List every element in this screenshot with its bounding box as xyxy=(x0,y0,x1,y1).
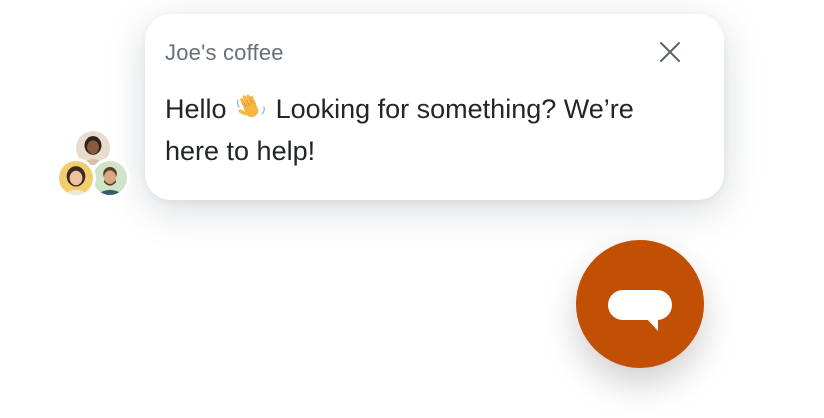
avatar xyxy=(90,158,130,198)
close-button[interactable] xyxy=(658,40,682,64)
waving-hand-icon xyxy=(236,92,266,122)
chat-launcher-button[interactable] xyxy=(576,240,704,368)
chat-widget: Joe's coffee Hello Looking for something… xyxy=(0,0,824,418)
greeting-text: Hello xyxy=(165,94,227,124)
chat-bubble-icon xyxy=(608,290,672,331)
close-icon xyxy=(660,42,680,62)
message-card: Joe's coffee Hello Looking for something… xyxy=(145,14,724,200)
business-name: Joe's coffee xyxy=(165,40,284,65)
greeting-message: Hello Looking for something? We’re here … xyxy=(165,88,685,172)
avatar xyxy=(56,158,96,198)
agent-avatars xyxy=(56,128,132,204)
